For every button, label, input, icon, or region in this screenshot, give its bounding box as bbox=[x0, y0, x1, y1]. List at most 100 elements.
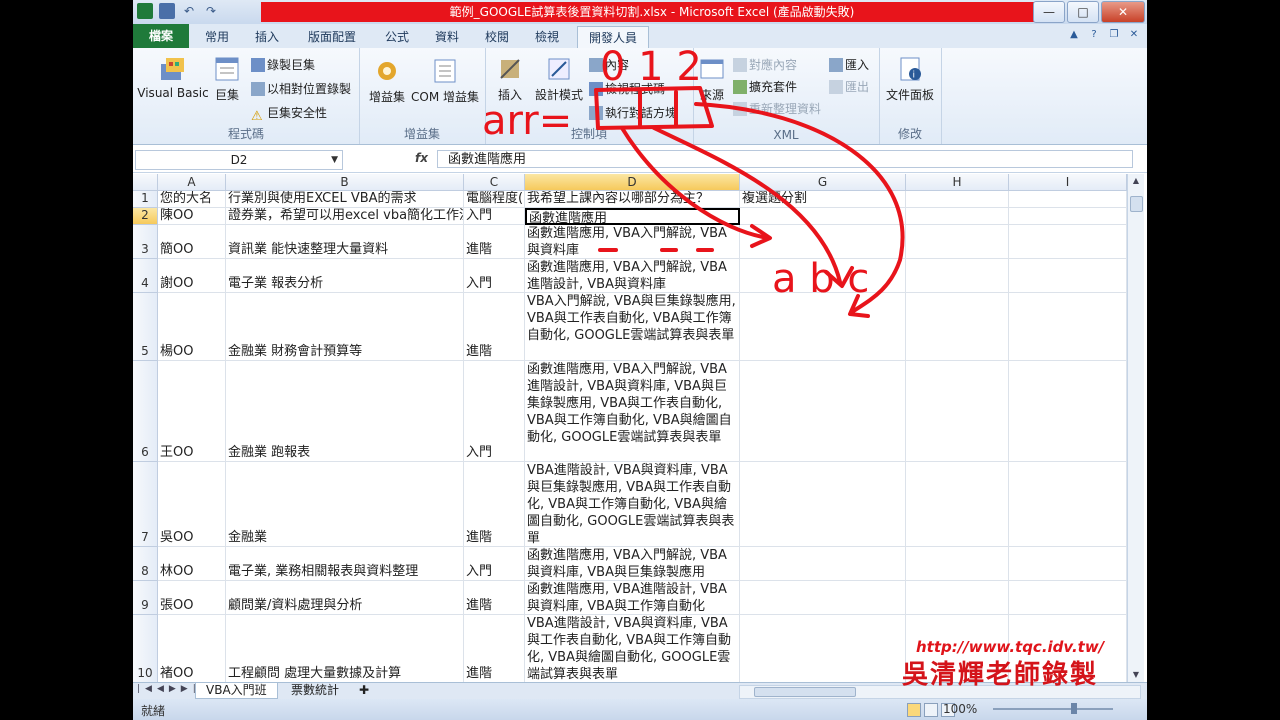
restore-icon[interactable]: ❐ bbox=[1107, 28, 1121, 42]
row-header[interactable]: 5 bbox=[133, 293, 158, 361]
cell-g[interactable] bbox=[740, 547, 906, 581]
cell-h[interactable] bbox=[906, 462, 1009, 547]
import-button[interactable]: 匯入 bbox=[829, 56, 869, 73]
cell-h[interactable] bbox=[906, 293, 1009, 361]
column-header-d[interactable]: D bbox=[525, 174, 740, 191]
cell-b[interactable]: 電子業, 業務相關報表與資料整理 bbox=[226, 547, 464, 581]
xml-source-button[interactable]: 來源 bbox=[695, 54, 729, 103]
cell-g[interactable] bbox=[740, 581, 906, 615]
page-layout-view-icon[interactable] bbox=[924, 703, 938, 717]
cell-d[interactable]: VBA進階設計, VBA與資料庫, VBA與工作表自動化, VBA與工作簿自動化… bbox=[525, 615, 740, 682]
cell-a[interactable]: 簡OO bbox=[158, 225, 226, 259]
cell-b[interactable]: 證券業，希望可以用excel vba簡化工作流程 bbox=[226, 208, 464, 225]
scroll-up-icon[interactable]: ▲ bbox=[1128, 174, 1144, 188]
select-all-corner[interactable] bbox=[133, 174, 158, 191]
tab-data[interactable]: 資料 bbox=[425, 26, 469, 48]
row-header[interactable]: 10 bbox=[133, 615, 158, 682]
cell-d[interactable]: 函數進階應用, VBA入門解說, VBA與資料庫 bbox=[525, 225, 740, 259]
cell-g[interactable]: 複選題分割 bbox=[740, 191, 906, 208]
row-header[interactable]: 1 bbox=[133, 191, 158, 208]
cell-g[interactable] bbox=[740, 293, 906, 361]
cell-c[interactable]: 入門 bbox=[464, 259, 525, 293]
record-macro-button[interactable]: 錄製巨集 bbox=[251, 56, 315, 73]
cell-g[interactable] bbox=[740, 259, 906, 293]
cell-d[interactable]: 函數進階應用, VBA進階設計, VBA與資料庫, VBA與工作簿自動化 bbox=[525, 581, 740, 615]
column-header-b[interactable]: B bbox=[226, 174, 464, 191]
cell-h[interactable] bbox=[906, 225, 1009, 259]
cell-a[interactable]: 王OO bbox=[158, 361, 226, 462]
cell-i[interactable] bbox=[1009, 293, 1127, 361]
scroll-down-icon[interactable]: ▼ bbox=[1128, 668, 1144, 682]
row-header[interactable]: 2 bbox=[133, 208, 158, 225]
cell-c[interactable]: 進階 bbox=[464, 225, 525, 259]
zoom-level[interactable]: 100% bbox=[943, 702, 977, 716]
document-panel-button[interactable]: i 文件面板 bbox=[881, 54, 939, 103]
cell-i[interactable] bbox=[1009, 259, 1127, 293]
tab-view[interactable]: 檢視 bbox=[525, 26, 569, 48]
help-icon[interactable]: ? bbox=[1087, 28, 1101, 42]
formula-input[interactable]: 函數進階應用 bbox=[437, 150, 1133, 168]
vertical-scroll-thumb[interactable] bbox=[1130, 196, 1143, 212]
cell-c[interactable]: 進階 bbox=[464, 581, 525, 615]
addins-button[interactable]: 增益集 bbox=[367, 56, 407, 105]
cell-a[interactable]: 吳OO bbox=[158, 462, 226, 547]
cell-b[interactable]: 金融業 財務會計預算等 bbox=[226, 293, 464, 361]
tab-page-layout[interactable]: 版面配置 bbox=[301, 26, 363, 48]
redo-icon[interactable]: ↷ bbox=[203, 3, 219, 19]
cell-a[interactable]: 張OO bbox=[158, 581, 226, 615]
view-code-button[interactable]: 檢視程式碼 bbox=[589, 80, 665, 97]
design-mode-button[interactable]: 設計模式 bbox=[533, 54, 585, 103]
tab-developer[interactable]: 開發人員 bbox=[577, 26, 649, 49]
cell-d[interactable]: 函數進階應用, VBA入門解說, VBA進階設計, VBA與資料庫, VBA與巨… bbox=[525, 361, 740, 462]
cell-h[interactable] bbox=[906, 581, 1009, 615]
zoom-slider-knob[interactable] bbox=[1071, 703, 1077, 714]
cell-c[interactable]: 入門 bbox=[464, 547, 525, 581]
cell-b[interactable]: 金融業 跑報表 bbox=[226, 361, 464, 462]
cell-b[interactable]: 行業別與使用EXCEL VBA的需求 bbox=[226, 191, 464, 208]
cell-i[interactable] bbox=[1009, 208, 1127, 225]
row-header[interactable]: 8 bbox=[133, 547, 158, 581]
cell-a[interactable]: 您的大名 bbox=[158, 191, 226, 208]
cell-b[interactable]: 工程顧問 處理大量數據及計算 bbox=[226, 615, 464, 682]
cell-d[interactable]: 函數進階應用 bbox=[525, 208, 740, 225]
cell-a[interactable]: 楊OO bbox=[158, 293, 226, 361]
cell-i[interactable] bbox=[1009, 361, 1127, 462]
row-header[interactable]: 7 bbox=[133, 462, 158, 547]
cell-a[interactable]: 陳OO bbox=[158, 208, 226, 225]
row-header[interactable]: 3 bbox=[133, 225, 158, 259]
column-header-h[interactable]: H bbox=[906, 174, 1009, 191]
sheet-tab-vote-count[interactable]: 票數統計 bbox=[281, 683, 349, 698]
cell-b[interactable]: 顧問業/資料處理與分析 bbox=[226, 581, 464, 615]
visual-basic-button[interactable]: Visual Basic bbox=[137, 54, 209, 100]
excel-app-icon[interactable] bbox=[137, 3, 153, 19]
save-icon[interactable] bbox=[159, 3, 175, 19]
cell-i[interactable] bbox=[1009, 191, 1127, 208]
cell-a[interactable]: 褚OO bbox=[158, 615, 226, 682]
cell-d[interactable]: 函數進階應用, VBA入門解說, VBA與資料庫, VBA與巨集錄製應用 bbox=[525, 547, 740, 581]
cell-c[interactable]: 進階 bbox=[464, 293, 525, 361]
row-header[interactable]: 9 bbox=[133, 581, 158, 615]
cell-c[interactable]: 進階 bbox=[464, 462, 525, 547]
refresh-data-button[interactable]: 重新整理資料 bbox=[733, 100, 821, 117]
cell-h[interactable] bbox=[906, 547, 1009, 581]
cell-d[interactable]: 函數進階應用, VBA入門解說, VBA進階設計, VBA與資料庫 bbox=[525, 259, 740, 293]
name-box[interactable]: D2 ▼ bbox=[135, 150, 343, 170]
macros-button[interactable]: 巨集 bbox=[209, 54, 245, 103]
column-header-g[interactable]: G bbox=[740, 174, 906, 191]
undo-icon[interactable]: ↶ bbox=[181, 3, 197, 19]
close-workbook-icon[interactable]: ✕ bbox=[1127, 28, 1141, 42]
cell-c[interactable]: 入門 bbox=[464, 208, 525, 225]
cell-h[interactable] bbox=[906, 208, 1009, 225]
cell-h[interactable] bbox=[906, 191, 1009, 208]
tab-review[interactable]: 校閱 bbox=[475, 26, 519, 48]
cell-g[interactable] bbox=[740, 225, 906, 259]
cell-g[interactable] bbox=[740, 361, 906, 462]
row-header[interactable]: 4 bbox=[133, 259, 158, 293]
properties-button[interactable]: 內容 bbox=[589, 56, 629, 73]
cell-b[interactable]: 電子業 報表分析 bbox=[226, 259, 464, 293]
com-addins-button[interactable]: COM 增益集 bbox=[409, 56, 481, 105]
cell-c[interactable]: 電腦程度( bbox=[464, 191, 525, 208]
column-header-i[interactable]: I bbox=[1009, 174, 1127, 191]
tab-home[interactable]: 常用 bbox=[195, 26, 239, 48]
cell-h[interactable] bbox=[906, 361, 1009, 462]
